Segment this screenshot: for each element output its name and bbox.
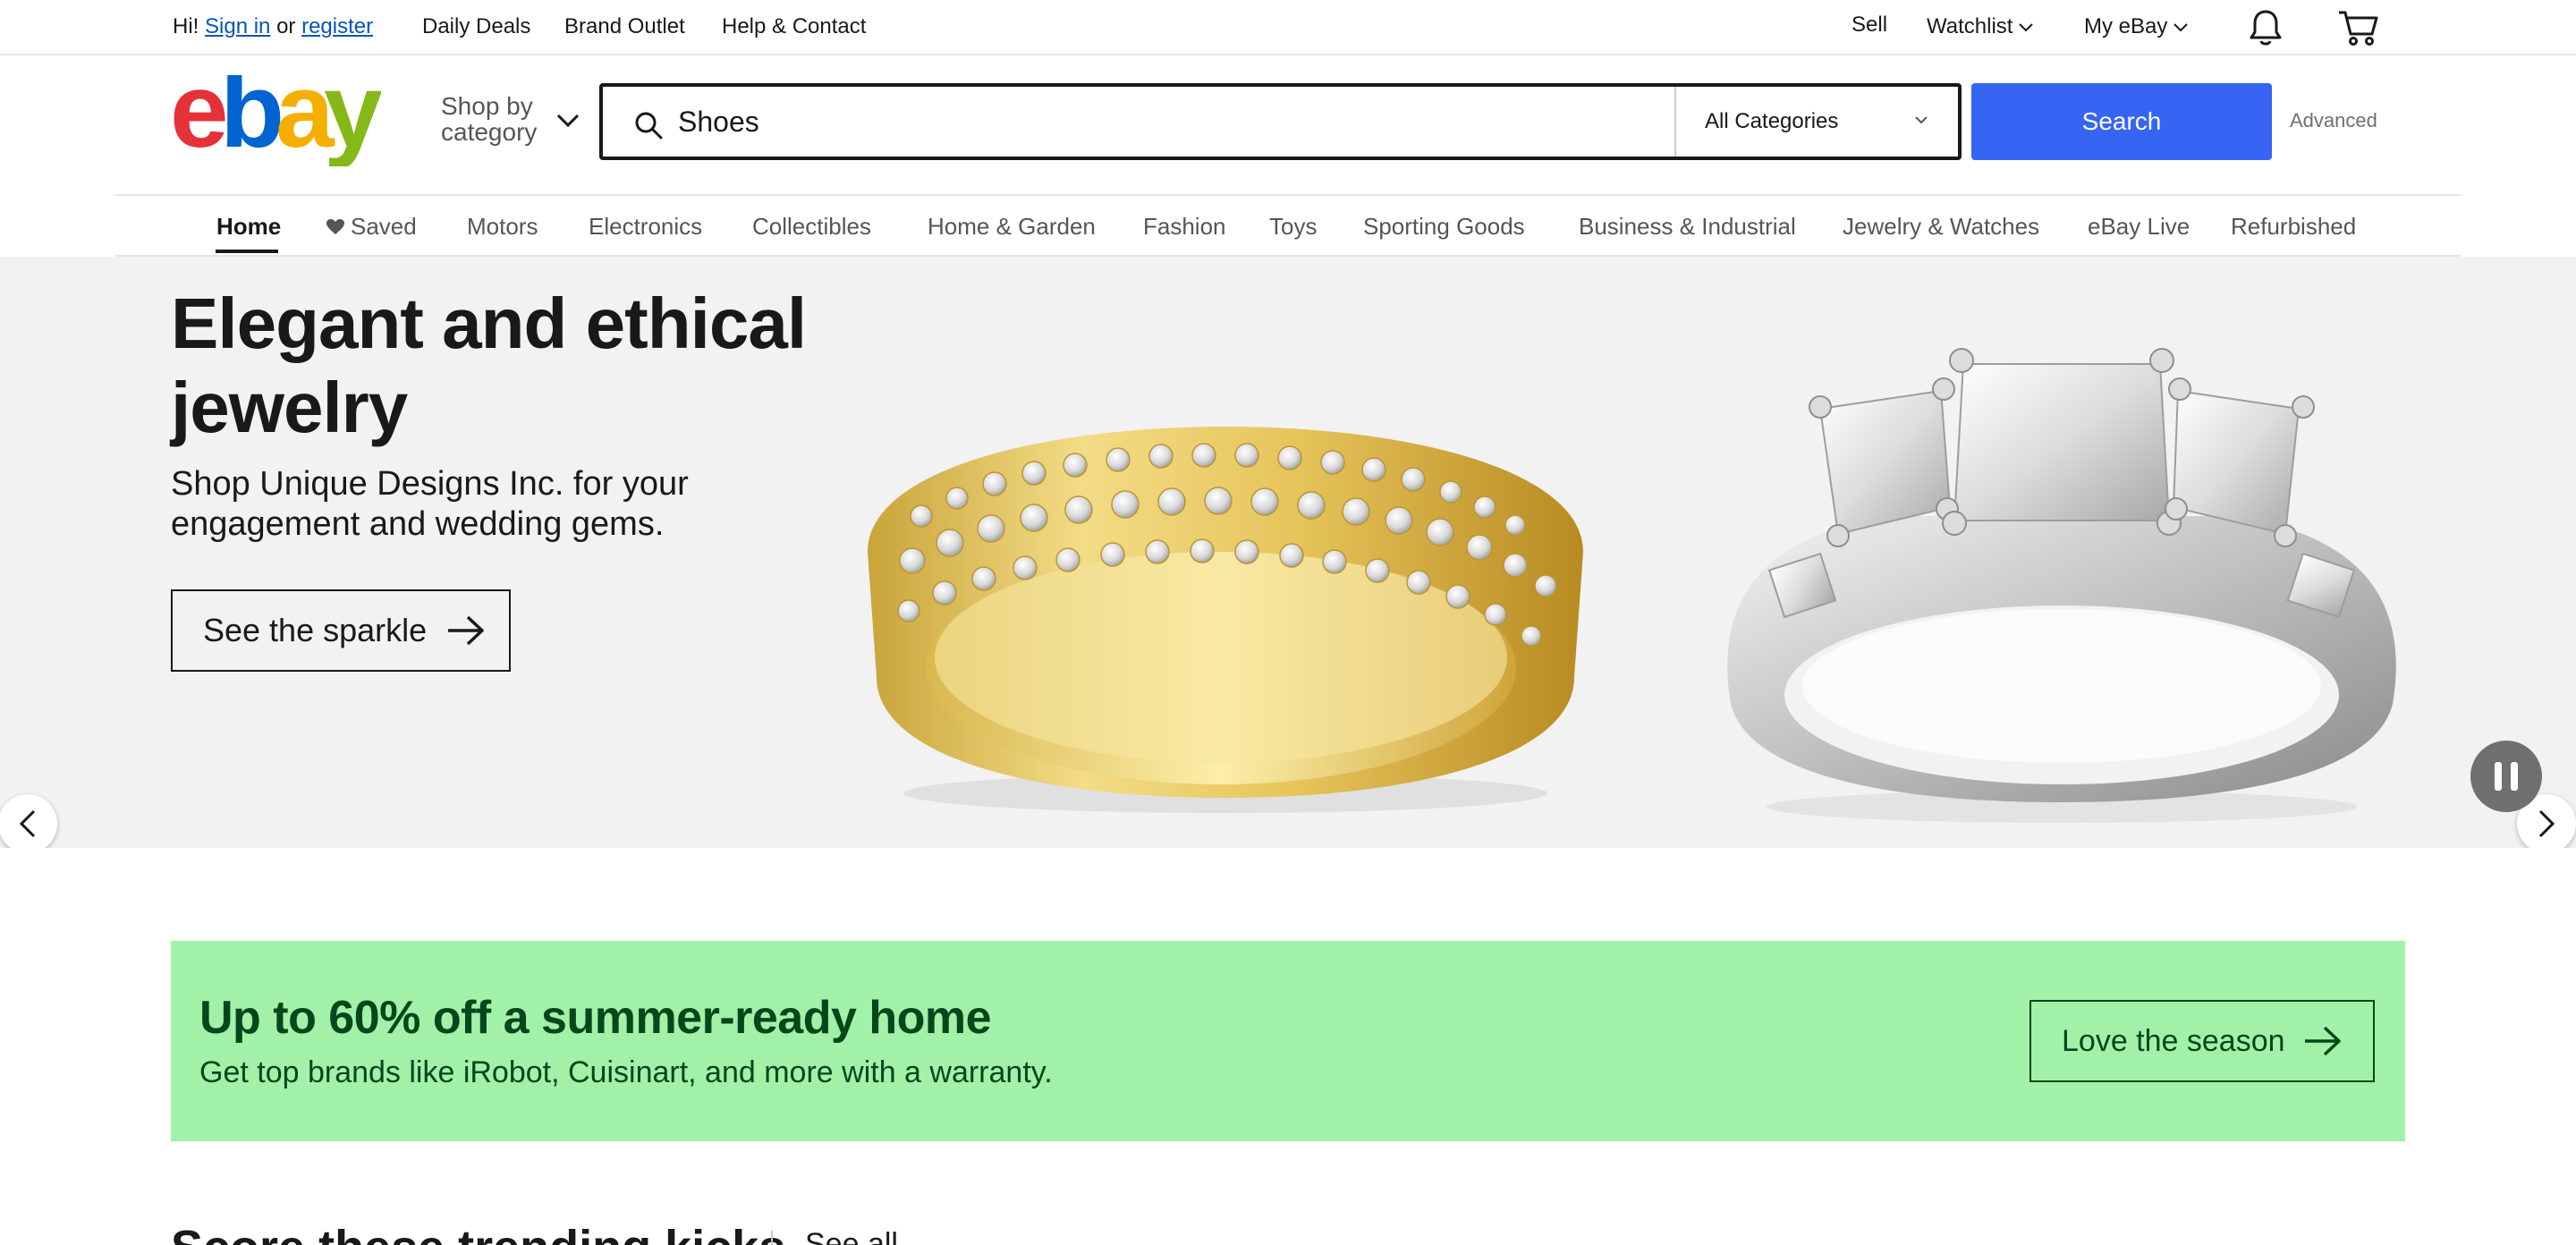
carousel-prev-button[interactable] [0, 794, 57, 848]
chevron-down-icon [2174, 22, 2189, 32]
category-nav: Home Saved Motors Electronics Collectibl… [114, 194, 2462, 257]
nav-item-saved-label: Saved [351, 213, 417, 240]
top-utility-bar: Hi! Sign in or register Daily Deals Bran… [0, 0, 2576, 55]
daily-deals-link[interactable]: Daily Deals [422, 13, 530, 41]
hero-subtitle: Shop Unique Designs Inc. for your engage… [171, 465, 689, 543]
promo-cta-label: Love the season [2062, 1023, 2285, 1058]
carousel-pause-button[interactable] [2470, 741, 2542, 812]
see-the-sparkle-button[interactable]: See the sparkle [171, 589, 511, 672]
svg-text:e: e [170, 75, 225, 166]
trending-section-heading: Score these trending kicks [171, 1220, 785, 1245]
search-button[interactable]: Search [1971, 83, 2272, 160]
hero-cta-label: See the sparkle [203, 612, 428, 648]
nav-item-motors[interactable]: Motors [467, 212, 538, 241]
chevron-right-icon [2538, 809, 2555, 838]
love-the-season-button[interactable]: Love the season [2029, 1000, 2375, 1082]
chevron-down-icon [1915, 116, 1928, 124]
gold-ring-image [868, 427, 1583, 813]
search-icon [635, 112, 663, 140]
category-select[interactable]: All Categories [1676, 87, 1958, 157]
hero-carousel: Elegant and ethical jewelry Shop Unique … [0, 257, 2576, 848]
cart-icon [2339, 11, 2378, 46]
section-divider [771, 1231, 773, 1245]
see-all-link[interactable]: See all [805, 1227, 898, 1245]
greeting-text: Hi! [173, 14, 199, 38]
sell-link[interactable]: Sell [1852, 11, 1887, 39]
brand-outlet-link[interactable]: Brand Outlet [564, 13, 685, 41]
cart-button[interactable] [2336, 7, 2381, 48]
greeting: Hi! Sign in or register [173, 13, 373, 41]
promo-title: Up to 60% off a summer-ready home [199, 992, 992, 1044]
watchlist-label: Watchlist [1927, 14, 2013, 38]
active-tab-indicator [216, 250, 278, 253]
category-select-value: All Categories [1705, 109, 1839, 133]
help-contact-link[interactable]: Help & Contact [722, 13, 866, 41]
search-input[interactable] [678, 97, 1590, 146]
chevron-down-icon [2019, 22, 2034, 32]
pause-icon [2495, 762, 2518, 791]
nav-item-electronics[interactable]: Electronics [589, 212, 702, 241]
advanced-search-link[interactable]: Advanced [2290, 109, 2377, 132]
arrow-right-icon [2304, 1026, 2341, 1056]
nav-item-saved[interactable]: Saved [326, 212, 417, 241]
nav-item-home-garden[interactable]: Home & Garden [928, 212, 1096, 241]
nav-item-fashion[interactable]: Fashion [1143, 212, 1226, 241]
watchlist-menu[interactable]: Watchlist [1927, 13, 2034, 41]
notifications-button[interactable] [2245, 7, 2286, 48]
bell-icon [2250, 10, 2282, 46]
nav-item-ebay-live[interactable]: eBay Live [2088, 212, 2190, 241]
register-link[interactable]: register [301, 14, 373, 38]
shop-by-category-button[interactable]: Shop by category [441, 93, 584, 150]
ebay-logo-mark: e b a y [170, 75, 381, 166]
sign-in-link[interactable]: Sign in [205, 14, 270, 38]
promo-banner: Up to 60% off a summer-ready home Get to… [171, 941, 2405, 1141]
or-text: or [276, 14, 296, 38]
chevron-left-icon [19, 809, 36, 838]
svg-text:y: y [324, 75, 381, 166]
my-ebay-label: My eBay [2084, 14, 2168, 38]
nav-item-jewelry-watches[interactable]: Jewelry & Watches [1843, 212, 2039, 241]
chevron-down-icon [556, 114, 580, 128]
silver-ring-image [1727, 348, 2396, 823]
shop-by-category-label: Shop by category [441, 92, 538, 146]
my-ebay-menu[interactable]: My eBay [2084, 13, 2189, 41]
arrow-right-icon [448, 615, 484, 646]
nav-item-refurbished[interactable]: Refurbished [2231, 212, 2356, 241]
nav-item-toys[interactable]: Toys [1269, 212, 1317, 241]
promo-subtitle: Get top brands like iRobot, Cuisinart, a… [199, 1055, 1053, 1089]
nav-item-sporting-goods[interactable]: Sporting Goods [1363, 212, 1525, 241]
nav-item-business-industrial[interactable]: Business & Industrial [1579, 212, 1796, 241]
search-bar: All Categories [599, 83, 1962, 160]
svg-text:b: b [220, 75, 281, 166]
hero-title: Elegant and ethical jewelry [171, 284, 807, 447]
ebay-logo[interactable]: e b a y [170, 75, 381, 166]
heart-icon [326, 219, 344, 234]
nav-item-collectibles[interactable]: Collectibles [752, 212, 871, 241]
nav-item-home[interactable]: Home [216, 212, 281, 241]
